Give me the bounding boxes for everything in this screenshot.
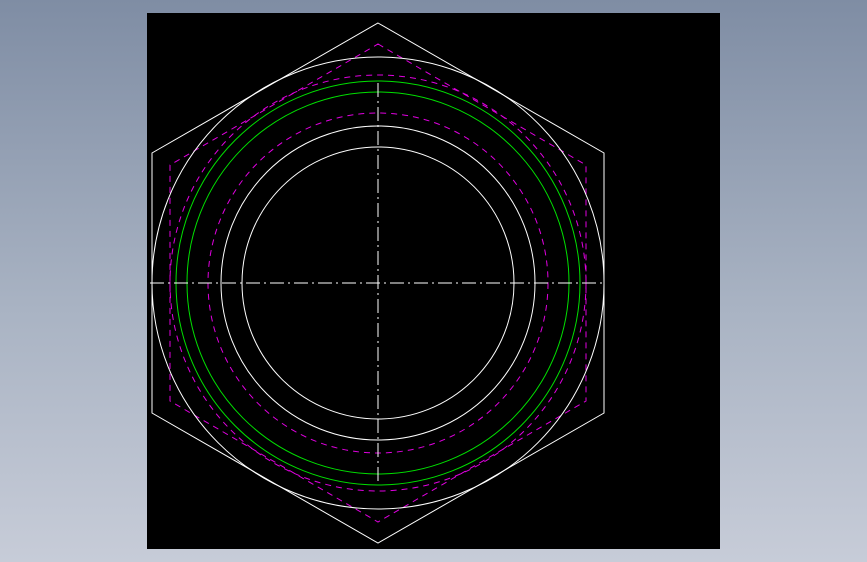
- cad-viewport[interactable]: [147, 13, 720, 549]
- cad-drawing: [150, 22, 606, 544]
